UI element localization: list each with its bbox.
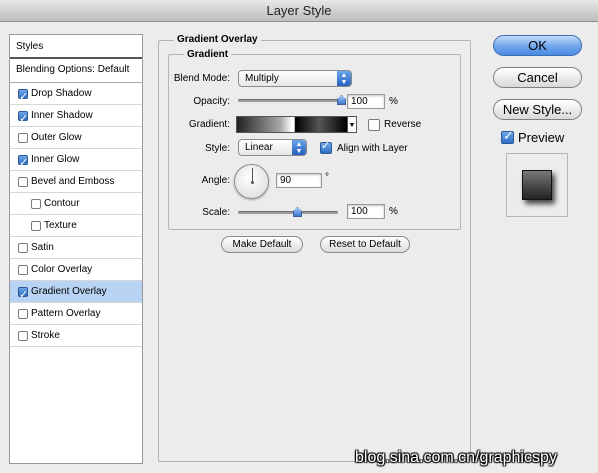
style-item-label: Outer Glow [31, 132, 82, 143]
blend-mode-label: Blend Mode: [173, 73, 230, 84]
cancel-button[interactable]: Cancel [493, 67, 582, 88]
style-item-outer-glow[interactable]: Outer Glow [10, 127, 142, 149]
align-with-layer-label: Align with Layer [337, 143, 408, 154]
style-item-label: Color Overlay [31, 264, 93, 275]
opacity-label: Opacity: [193, 96, 230, 107]
blending-options-item[interactable]: Blending Options: Default [10, 59, 142, 83]
angle-indicator [252, 168, 253, 182]
style-select[interactable]: Linear ▲ ▼ [238, 139, 307, 156]
scale-slider[interactable] [238, 211, 338, 214]
style-item-checkbox[interactable] [18, 284, 28, 306]
style-item-inner-shadow[interactable]: Inner Shadow [10, 105, 142, 130]
style-item-checkbox[interactable] [18, 177, 28, 187]
style-item-checkbox[interactable] [18, 108, 28, 130]
style-item-checkbox[interactable] [18, 265, 28, 275]
opacity-input[interactable]: 100 [347, 94, 385, 109]
style-item-contour[interactable]: Contour [10, 193, 142, 215]
style-item-label: Inner Glow [31, 154, 80, 165]
preview-checkbox[interactable] [501, 129, 514, 144]
gradient-picker[interactable] [236, 116, 348, 133]
angle-label: Angle: [201, 175, 230, 186]
blend-mode-value: Multiply [245, 73, 279, 84]
style-item-label: Drop Shadow [31, 88, 92, 99]
scale-input[interactable]: 100 [347, 204, 385, 219]
styles-header[interactable]: Styles [10, 35, 142, 59]
preview-thumbnail [506, 153, 568, 217]
align-with-layer-checkbox[interactable] [320, 139, 332, 154]
style-item-label: Gradient Overlay [31, 286, 107, 297]
style-item-label: Pattern Overlay [31, 308, 101, 319]
window-title: Layer Style [0, 0, 598, 22]
style-item-pattern-overlay[interactable]: Pattern Overlay [10, 303, 142, 325]
styles-list: Styles Blending Options: Default Drop Sh… [9, 34, 143, 464]
scale-label: Scale: [202, 207, 230, 218]
style-value: Linear [245, 142, 273, 153]
updown-arrows-icon: ▲ ▼ [337, 71, 351, 86]
watermark: blog.sina.com.cn/graphicspy [355, 449, 557, 466]
angle-dial[interactable] [234, 164, 269, 199]
updown-arrows-icon: ▲ ▼ [292, 140, 306, 155]
ok-button[interactable]: OK [493, 35, 582, 56]
degree-unit: ° [325, 172, 329, 183]
angle-input[interactable]: 90 [276, 173, 322, 188]
style-item-drop-shadow[interactable]: Drop Shadow [10, 83, 142, 108]
scale-unit: % [389, 206, 398, 217]
style-item-satin[interactable]: Satin [10, 237, 142, 259]
style-item-label: Satin [31, 242, 54, 253]
style-item-label: Stroke [31, 330, 60, 341]
gradient-label: Gradient: [188, 119, 230, 130]
style-item-gradient-overlay[interactable]: Gradient Overlay [10, 281, 142, 306]
layer-style-dialog: Styles Blending Options: Default Drop Sh… [0, 22, 598, 473]
make-default-button[interactable]: Make Default [221, 236, 303, 253]
preview-swatch [522, 170, 552, 200]
style-item-checkbox[interactable] [18, 309, 28, 319]
style-item-label: Inner Shadow [31, 110, 93, 121]
style-item-label: Texture [44, 220, 77, 231]
style-item-bevel-and-emboss[interactable]: Bevel and Emboss [10, 171, 142, 193]
style-item-checkbox[interactable] [18, 152, 28, 174]
preview-label: Preview [518, 130, 565, 145]
opacity-slider[interactable] [238, 99, 342, 102]
style-item-texture[interactable]: Texture [10, 215, 142, 237]
style-item-label: Contour [44, 198, 80, 209]
reset-to-default-button[interactable]: Reset to Default [320, 236, 410, 253]
angle-center-dot [251, 181, 254, 184]
group-title: Gradient [184, 49, 232, 60]
blend-mode-select[interactable]: Multiply ▲ ▼ [238, 70, 352, 87]
style-item-color-overlay[interactable]: Color Overlay [10, 259, 142, 281]
style-item-inner-glow[interactable]: Inner Glow [10, 149, 142, 174]
style-item-checkbox[interactable] [18, 86, 28, 108]
style-item-stroke[interactable]: Stroke [10, 325, 142, 347]
section-title: Gradient Overlay [174, 34, 261, 45]
new-style-button[interactable]: New Style... [493, 99, 582, 120]
style-item-checkbox[interactable] [18, 133, 28, 143]
style-item-checkbox[interactable] [31, 221, 41, 231]
opacity-unit: % [389, 96, 398, 107]
style-item-label: Bevel and Emboss [31, 176, 115, 187]
style-item-checkbox[interactable] [18, 243, 28, 253]
style-label: Style: [204, 143, 230, 154]
reverse-checkbox[interactable] [368, 119, 380, 131]
reverse-label: Reverse [384, 119, 422, 130]
chevron-down-icon[interactable]: ▼ [348, 116, 357, 133]
style-item-checkbox[interactable] [18, 331, 28, 341]
style-item-checkbox[interactable] [31, 199, 41, 209]
